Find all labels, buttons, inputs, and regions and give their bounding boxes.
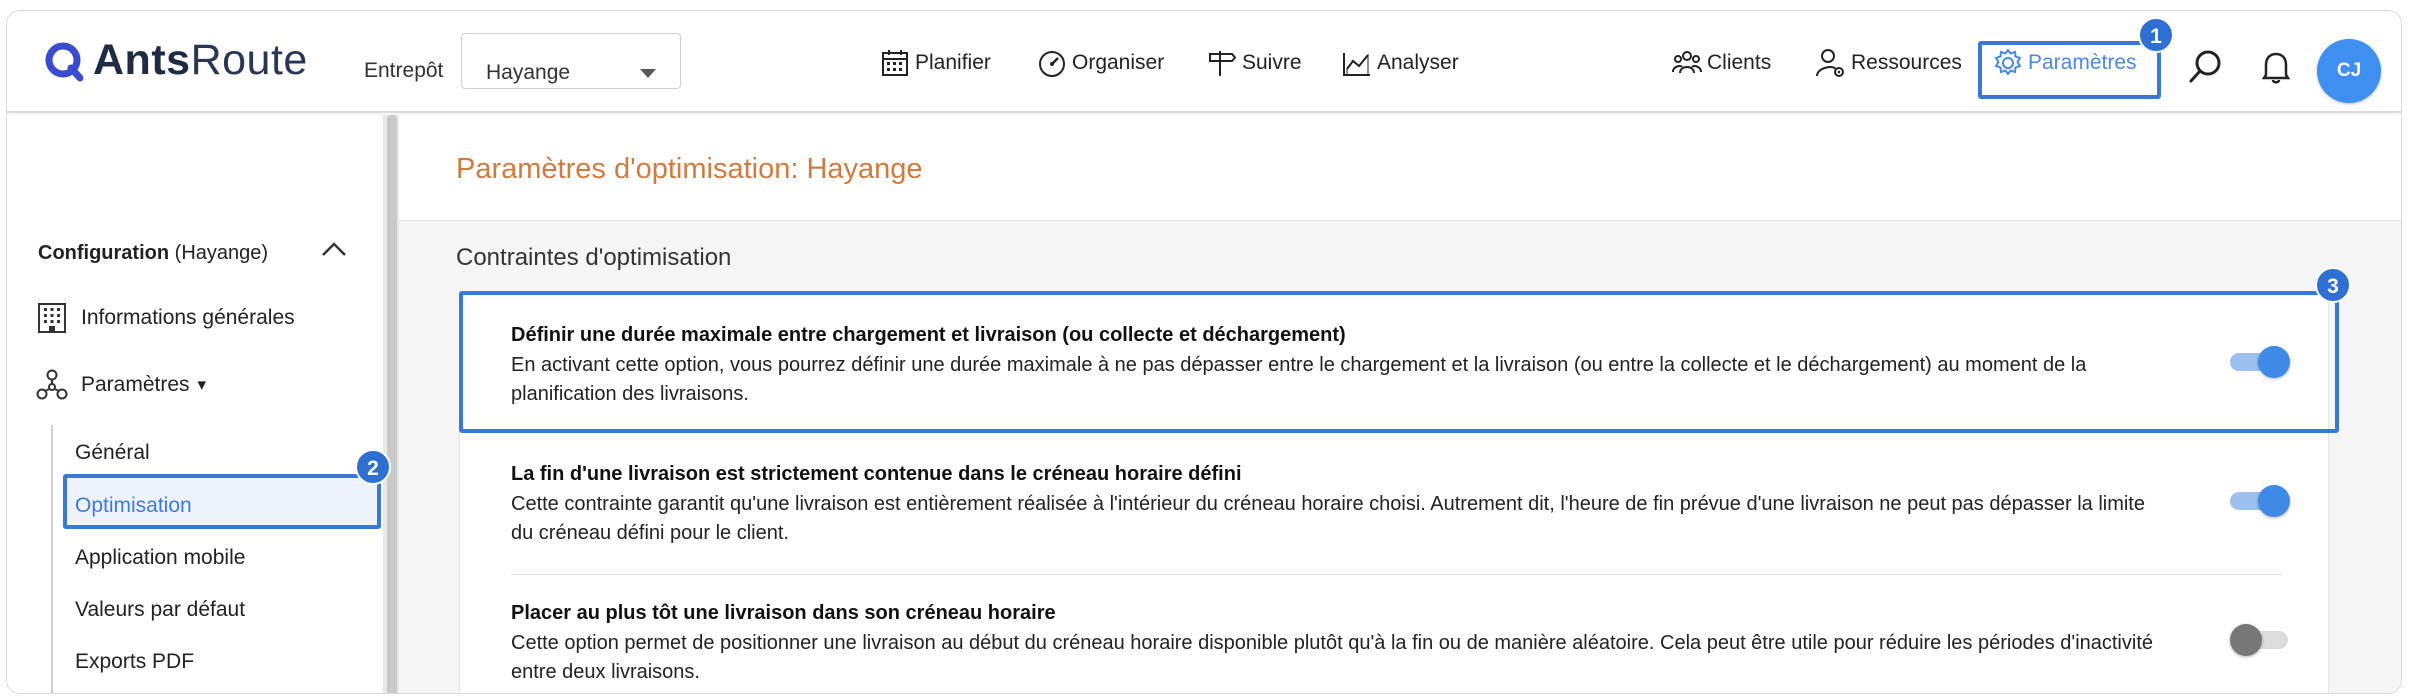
nav-parametres-label: Paramètres [2028, 51, 2137, 74]
chevron-up-icon[interactable] [320, 239, 348, 259]
sidebar-subitem-optimisation[interactable]: Optimisation [75, 494, 192, 518]
constraint-toggle[interactable] [2230, 624, 2288, 656]
user-avatar[interactable]: CJ [2317, 39, 2381, 103]
nav-suivre[interactable]: Suivre [1206, 43, 1302, 83]
constraint-row: La fin d'une livraison est strictement c… [460, 432, 2328, 572]
toggle-knob [2230, 624, 2262, 656]
sidebar-item-parametres[interactable]: Paramètres ▾ [35, 368, 206, 402]
nav-suivre-label: Suivre [1242, 51, 1302, 74]
constraint-title: Placer au plus tôt une livraison dans so… [511, 602, 1056, 624]
nav-planifier-label: Planifier [915, 51, 991, 74]
caret-down-icon: ▾ [197, 375, 207, 394]
sidebar-item-informations-generales[interactable]: Informations générales [35, 301, 295, 335]
nav-clients-label: Clients [1707, 51, 1772, 74]
row-highlight [459, 291, 2339, 433]
section-title: Contraintes d'optimisation [456, 244, 732, 271]
warehouse-label: Entrepôt [364, 59, 444, 82]
constraint-description: Cette contrainte garantit qu'une livrais… [511, 493, 2145, 544]
page-header: Paramètres d'optimisation: Hayange [399, 115, 2401, 221]
nav-clients[interactable]: Clients [1671, 43, 1771, 83]
user-gear-icon [1816, 49, 1844, 77]
network-icon [36, 369, 68, 400]
nav-organiser-label: Organiser [1072, 51, 1165, 74]
constraint-row: Placer au plus tôt une livraison dans so… [460, 574, 2328, 693]
building-icon [38, 303, 66, 333]
nav-analyser[interactable]: Analyser [1341, 43, 1459, 83]
nav-organiser[interactable]: Organiser [1036, 43, 1164, 83]
logo-text-light: Route [190, 35, 308, 84]
constraint-toggle[interactable] [2230, 485, 2290, 517]
signpost-icon [1209, 51, 1237, 76]
sidebar-subitem-valeurs-par-defaut[interactable]: Valeurs par défaut [75, 598, 245, 622]
config-context: (Hayange) [174, 242, 269, 264]
page-title: Paramètres d'optimisation: Hayange [456, 153, 923, 185]
chevron-down-icon [640, 69, 656, 78]
logo-icon [45, 42, 84, 82]
gear-icon [1994, 48, 2022, 76]
sidebar-subitem-exports-pdf[interactable]: Exports PDF [75, 650, 194, 674]
warehouse-select-value: Hayange [486, 61, 571, 84]
nav-ressources[interactable]: Ressources [1815, 43, 1962, 83]
top-navigation-bar: AntsRoute Entrepôt Hayange Planifier Org… [7, 11, 2401, 113]
nav-parametres[interactable]: Paramètres [1992, 43, 2137, 83]
sidebar-item-label: Informations générales [81, 306, 295, 329]
warehouse-select[interactable]: Hayange [461, 33, 681, 89]
submenu-guide-line [51, 425, 53, 693]
people-icon [1672, 51, 1702, 74]
search-button[interactable] [2186, 47, 2226, 87]
sidebar-subitem-general[interactable]: Général [75, 441, 150, 465]
search-icon [2189, 50, 2221, 83]
callout-badge-1: 1 [2138, 17, 2174, 53]
sidebar-scrollbar-thumb[interactable] [387, 115, 397, 693]
constraint-description: Cette option permet de positionner une l… [511, 632, 2154, 683]
callout-badge-2: 2 [355, 449, 391, 485]
config-section-title[interactable]: Configuration (Hayange) [38, 242, 268, 265]
notifications-button[interactable] [2256, 47, 2296, 87]
logo-text-bold: Ants [93, 35, 191, 84]
toggle-knob [2258, 485, 2290, 517]
chart-icon [1343, 53, 1370, 76]
nav-analyser-label: Analyser [1377, 51, 1459, 74]
app-window: AntsRoute Entrepôt Hayange Planifier Org… [6, 10, 2402, 694]
nav-ressources-label: Ressources [1851, 51, 1962, 74]
nav-planifier[interactable]: Planifier [879, 43, 991, 83]
config-label: Configuration [38, 242, 170, 264]
calendar-icon [882, 50, 908, 76]
speedometer-icon [1039, 51, 1065, 77]
constraint-title: La fin d'une livraison est strictement c… [511, 463, 1242, 485]
callout-badge-3: 3 [2315, 267, 2351, 303]
antsroute-logo[interactable]: AntsRoute [43, 35, 308, 85]
sidebar-subitem-application-mobile[interactable]: Application mobile [75, 546, 245, 570]
bell-icon [2261, 52, 2291, 84]
sidebar-item-label: Paramètres [81, 373, 190, 396]
